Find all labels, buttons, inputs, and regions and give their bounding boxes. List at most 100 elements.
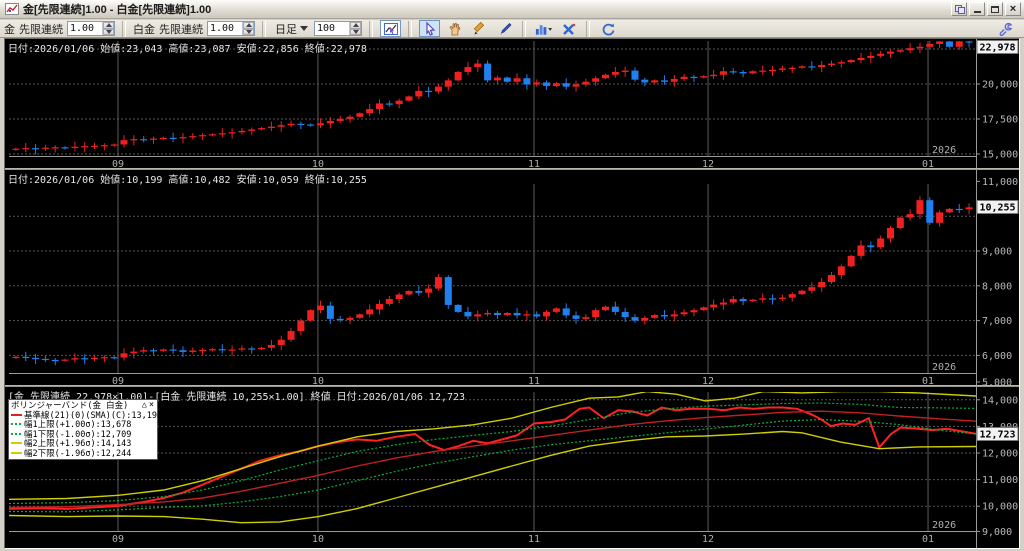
- gold-series-label: 先限連続: [19, 21, 63, 37]
- timeframe-label: 日足: [275, 21, 297, 37]
- timeframe-select[interactable]: 日足: [273, 21, 310, 36]
- window-title: 金[先限連続]1.00 - 白金[先限連続]1.00: [23, 1, 951, 17]
- svg-text:2026: 2026: [932, 362, 956, 373]
- svg-text:12: 12: [702, 376, 714, 385]
- maximize-icon: [991, 6, 999, 13]
- pencil-icon: [472, 21, 488, 37]
- gold-candlestick-chart[interactable]: 20,00017,50015,0000910111201202622,978: [5, 39, 1019, 168]
- close-icon: ×: [1010, 4, 1016, 14]
- platinum-candlestick-chart[interactable]: 11,0009,0008,0007,0006,0005,000091011120…: [5, 170, 1019, 385]
- float-window-button[interactable]: [951, 2, 967, 16]
- gold-symbol-label: 金: [4, 21, 15, 37]
- cursor-arrow-icon: [422, 21, 438, 37]
- toolbar-separator: [369, 21, 373, 37]
- toolbar-separator: [122, 21, 126, 37]
- svg-text:10: 10: [312, 159, 324, 168]
- crosshair-mode-button[interactable]: [380, 20, 401, 37]
- spread-chart-panel[interactable]: 14,00013,00012,00011,00010,0009,00009101…: [5, 387, 1019, 548]
- platinum-series-label: 先限連続: [159, 21, 203, 37]
- bar-chart-icon: [534, 21, 553, 37]
- svg-text:12,000: 12,000: [982, 449, 1018, 460]
- svg-text:11: 11: [528, 534, 540, 545]
- svg-text:10: 10: [312, 534, 324, 545]
- platinum-symbol-label: 白金: [133, 21, 155, 37]
- svg-text:09: 09: [112, 534, 124, 545]
- pan-tool-button[interactable]: [444, 20, 465, 37]
- delete-x-icon: [561, 21, 577, 37]
- platinum-ohlc-info: 日付:2026/01/06 始値:10,199 高値:10,482 安値:10,…: [8, 171, 367, 186]
- annotation-pen-button[interactable]: [494, 20, 515, 37]
- gold-multiplier-spinner[interactable]: [67, 21, 115, 36]
- select-tool-button[interactable]: [419, 20, 440, 37]
- minimize-icon: [974, 11, 981, 13]
- up-arrow-icon: [106, 23, 112, 27]
- draw-line-button[interactable]: [469, 20, 490, 37]
- svg-text:09: 09: [112, 376, 124, 385]
- svg-text:9,000: 9,000: [982, 247, 1012, 258]
- bar-count-down-button[interactable]: [350, 29, 361, 36]
- settings-button[interactable]: [995, 20, 1016, 37]
- toolbar: 金 先限連続 白金 先限連続 日足: [0, 20, 1024, 38]
- minimize-button[interactable]: [969, 2, 985, 16]
- svg-text:17,500: 17,500: [982, 115, 1018, 126]
- delete-indicator-button[interactable]: [558, 20, 579, 37]
- app-root: { "window": { "title": "金[先限連続]1.00 - 白金…: [0, 0, 1024, 551]
- toolbar-separator: [262, 21, 266, 37]
- band1-lower-color-swatch: [11, 433, 22, 435]
- chart-window-icon: [5, 3, 19, 15]
- gold-chart-panel[interactable]: 20,00017,50015,0000910111201202622,978 日…: [5, 39, 1019, 168]
- platinum-multiplier-spinner[interactable]: [207, 21, 255, 36]
- svg-text:7,000: 7,000: [982, 316, 1012, 327]
- baseline-color-swatch: [11, 414, 22, 416]
- toolbar-separator: [586, 21, 590, 37]
- toolbar-separator: [408, 21, 412, 37]
- svg-text:11,000: 11,000: [982, 475, 1018, 486]
- svg-text:12: 12: [702, 534, 714, 545]
- bar-count-spinner[interactable]: [314, 21, 362, 36]
- platinum-multiplier-down-button[interactable]: [243, 29, 254, 36]
- legend-row-band2-lower: 幅2下限(-1.96σ):12,244: [11, 448, 155, 458]
- maximize-button[interactable]: [987, 2, 1003, 16]
- svg-text:10: 10: [312, 376, 324, 385]
- indicator-chart-button[interactable]: [533, 20, 554, 37]
- svg-text:11: 11: [528, 376, 540, 385]
- svg-text:15,000: 15,000: [982, 150, 1018, 161]
- svg-text:10,000: 10,000: [982, 502, 1018, 513]
- down-arrow-icon: [106, 30, 112, 34]
- svg-text:01: 01: [922, 376, 934, 385]
- band1-upper-color-swatch: [11, 423, 22, 425]
- svg-text:10,255: 10,255: [979, 203, 1015, 214]
- layers-icon: [955, 5, 964, 13]
- chart-crosshair-icon: [383, 21, 399, 37]
- up-arrow-icon: [246, 23, 252, 27]
- band2-upper-color-swatch: [11, 442, 22, 444]
- svg-text:14,000: 14,000: [982, 395, 1018, 406]
- gold-multiplier-input[interactable]: [68, 22, 102, 35]
- title-bar[interactable]: 金[先限連続]1.00 - 白金[先限連続]1.00 ×: [0, 0, 1024, 19]
- pen-quill-icon: [497, 21, 513, 37]
- gold-multiplier-down-button[interactable]: [103, 29, 114, 36]
- svg-text:09: 09: [112, 159, 124, 168]
- refresh-button[interactable]: [597, 20, 618, 37]
- close-button[interactable]: ×: [1005, 2, 1021, 16]
- svg-text:01: 01: [922, 534, 934, 545]
- refresh-icon: [600, 21, 616, 37]
- svg-text:6,000: 6,000: [982, 351, 1012, 362]
- svg-text:12,723: 12,723: [979, 430, 1015, 441]
- chevron-down-icon: [300, 26, 308, 31]
- band2-lower-color-swatch: [11, 452, 22, 454]
- platinum-chart-panel[interactable]: 11,0009,0008,0007,0006,0005,000091011120…: [5, 170, 1019, 385]
- svg-text:11: 11: [528, 159, 540, 168]
- svg-text:9,000: 9,000: [982, 527, 1012, 538]
- svg-text:2026: 2026: [932, 520, 956, 531]
- toolbar-separator: [522, 21, 526, 37]
- down-arrow-icon: [246, 30, 252, 34]
- hand-icon: [447, 21, 463, 37]
- svg-text:11,000: 11,000: [982, 177, 1018, 188]
- bollinger-legend: ボリンジャーバンド(金 白金) △ × 基準線(21)(0)(SMA)(C):1…: [8, 399, 158, 460]
- platinum-multiplier-input[interactable]: [208, 22, 242, 35]
- svg-text:20,000: 20,000: [982, 80, 1018, 91]
- svg-text:8,000: 8,000: [982, 281, 1012, 292]
- wrench-icon: [998, 21, 1014, 37]
- bar-count-input[interactable]: [315, 22, 349, 35]
